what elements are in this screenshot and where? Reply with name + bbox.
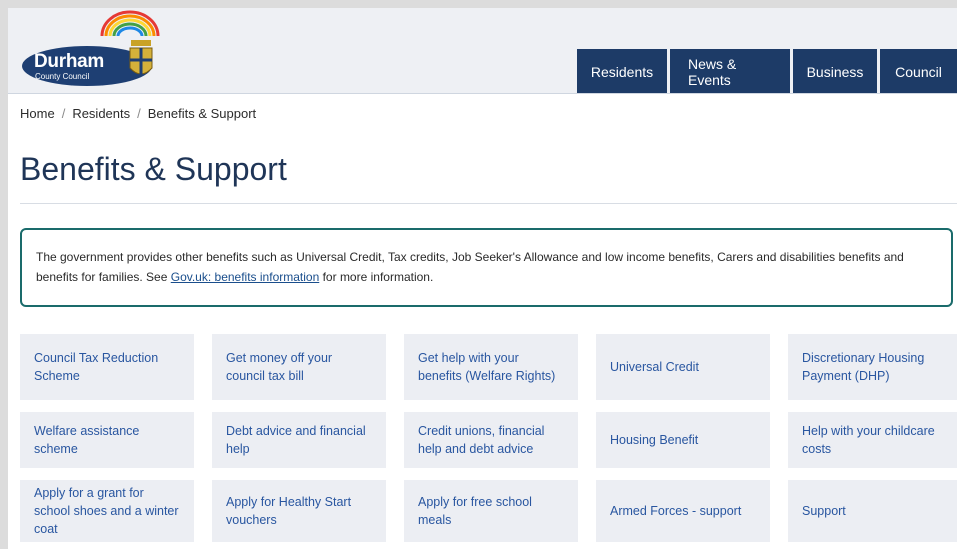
link-card-armed-forces[interactable]: Armed Forces - support — [596, 480, 770, 542]
breadcrumb-home[interactable]: Home — [20, 106, 55, 121]
nav-tab-council[interactable]: Council — [880, 49, 957, 94]
link-card-debt-advice[interactable]: Debt advice and financial help — [212, 412, 386, 468]
info-panel: The government provides other benefits s… — [20, 228, 953, 307]
benefits-info-link[interactable]: Gov.uk: benefits information — [171, 270, 320, 284]
nav-tab-residents[interactable]: Residents — [577, 49, 667, 94]
link-card-free-school-meals[interactable]: Apply for free school meals — [404, 480, 578, 542]
page: Durham County Council Residents News & E… — [8, 8, 957, 549]
link-card-school-shoes-grant[interactable]: Apply for a grant for school shoes and a… — [20, 480, 194, 542]
logo-name: Durham — [34, 51, 104, 72]
info-text-end: for more information. — [319, 270, 434, 284]
main-nav: Residents News & Events Business Council — [577, 49, 957, 94]
link-card-healthy-start[interactable]: Apply for Healthy Start vouchers — [212, 480, 386, 542]
link-card-welfare-rights[interactable]: Get help with your benefits (Welfare Rig… — [404, 334, 578, 400]
breadcrumb-separator: / — [137, 106, 141, 121]
benefits-link-grid: Council Tax Reduction Scheme Get money o… — [20, 334, 957, 542]
crest-icon — [129, 40, 153, 76]
site-header: Durham County Council Residents News & E… — [8, 8, 957, 94]
link-card-childcare-costs[interactable]: Help with your childcare costs — [788, 412, 957, 468]
link-card-support[interactable]: Support — [788, 480, 957, 542]
nav-tab-news-events[interactable]: News & Events — [670, 49, 790, 94]
breadcrumb-current: Benefits & Support — [147, 106, 257, 121]
rainbow-icon — [100, 10, 160, 37]
info-text: The government provides other benefits s… — [36, 250, 904, 284]
title-divider — [20, 203, 957, 204]
page-title: Benefits & Support — [20, 151, 287, 187]
breadcrumb: Home / Residents / Benefits & Support — [20, 106, 256, 121]
link-card-welfare-assistance[interactable]: Welfare assistance scheme — [20, 412, 194, 468]
link-card-credit-unions[interactable]: Credit unions, financial help and debt a… — [404, 412, 578, 468]
breadcrumb-separator: / — [61, 106, 66, 121]
link-card-universal-credit[interactable]: Universal Credit — [596, 334, 770, 400]
nav-tab-business[interactable]: Business — [793, 49, 877, 94]
link-card-housing-benefit[interactable]: Housing Benefit — [596, 412, 770, 468]
breadcrumb-residents[interactable]: Residents — [72, 106, 130, 121]
durham-logo[interactable]: Durham County Council — [20, 10, 160, 90]
link-card-council-tax-reduction[interactable]: Council Tax Reduction Scheme — [20, 334, 194, 400]
link-card-money-off-council-tax[interactable]: Get money off your council tax bill — [212, 334, 386, 400]
logo-subtitle: County Council — [35, 72, 90, 81]
link-card-dhp[interactable]: Discretionary Housing Payment (DHP) — [788, 334, 957, 400]
header-divider — [8, 93, 957, 94]
